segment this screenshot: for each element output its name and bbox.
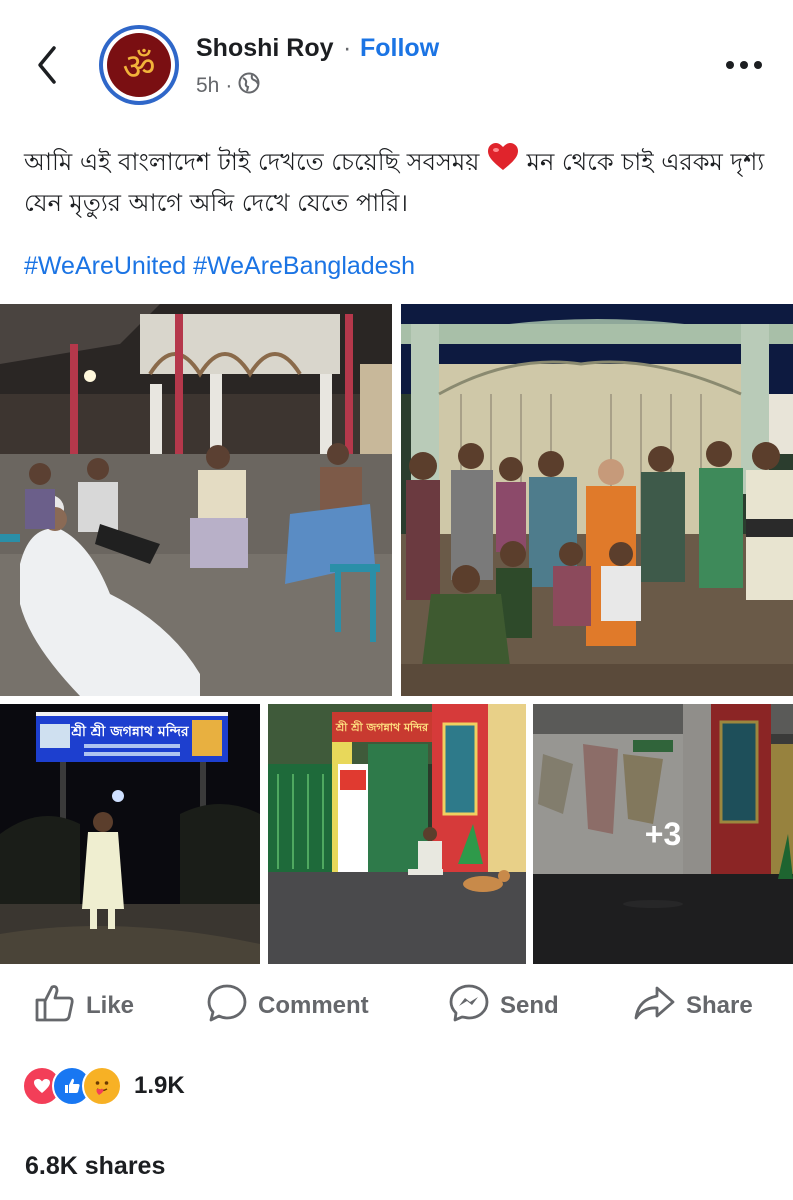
more-options-icon[interactable] (720, 50, 768, 80)
hashtag-wearebangladesh[interactable]: #WeAreBangladesh (193, 252, 415, 280)
share-label: Share (686, 992, 753, 1019)
share-count[interactable]: 6.8K shares (25, 1152, 165, 1181)
author-name[interactable]: Shoshi Roy (196, 34, 334, 63)
comment-label: Comment (258, 992, 369, 1019)
globe-icon (238, 72, 260, 100)
follow-button[interactable]: Follow (360, 34, 439, 63)
reactions-summary[interactable]: 1.9K (22, 1066, 185, 1106)
meta-separator: · (225, 74, 233, 97)
hashtags: #WeAreUnited #WeAreBangladesh (24, 252, 415, 281)
comment-button[interactable]: Comment (206, 975, 369, 1037)
red-heart-icon (487, 143, 519, 183)
more-photos-overlay[interactable]: +3 (533, 704, 793, 964)
reaction-count[interactable]: 1.9K (134, 1072, 185, 1100)
avatar[interactable]: ॐ (99, 25, 179, 105)
post-meta: 5h · (196, 72, 260, 100)
name-separator: · (343, 34, 352, 62)
hashtag-weareunited[interactable]: #WeAreUnited (24, 252, 186, 280)
share-arrow-icon (632, 983, 676, 1030)
photo-temple-courtyard[interactable] (0, 304, 392, 696)
post-text-part1: আমি এই বাংলাদেশ টাই দেখতে চেয়েছি সবসময় (24, 148, 480, 176)
send-button[interactable]: Send (448, 975, 559, 1037)
photo-group-at-gate[interactable] (401, 304, 793, 696)
thumbs-up-icon (34, 983, 76, 1030)
like-button[interactable]: Like (34, 975, 134, 1037)
messenger-icon (448, 983, 490, 1030)
post-text: আমি এই বাংলাদেশ টাই দেখতে চেয়েছি সবসময়… (24, 142, 774, 223)
back-arrow-icon[interactable] (30, 40, 66, 90)
comment-bubble-icon (206, 983, 248, 1030)
like-label: Like (86, 992, 135, 1019)
om-symbol-icon: ॐ (107, 33, 171, 97)
sign-text: শ্রী শ্রী জগন্নাথ মন্দির (70, 722, 190, 740)
post-header: ॐ Shoshi Roy · Follow 5h · (0, 0, 793, 125)
photo-temple-gate-dog[interactable]: শ্রী শ্রী জগন্নাথ মন্দির (268, 704, 526, 964)
photo-temple-sign[interactable]: শ্রী শ্রী জগন্নাথ মন্দির (0, 704, 260, 964)
share-button[interactable]: Share (632, 975, 753, 1037)
send-label: Send (500, 992, 559, 1019)
post-time[interactable]: 5h (196, 74, 219, 98)
action-bar: Like Comment Send Share (0, 975, 793, 1037)
gate-banner-text: শ্রী শ্রী জগন্নাথ মন্দির (335, 720, 429, 734)
care-icon (82, 1066, 122, 1106)
